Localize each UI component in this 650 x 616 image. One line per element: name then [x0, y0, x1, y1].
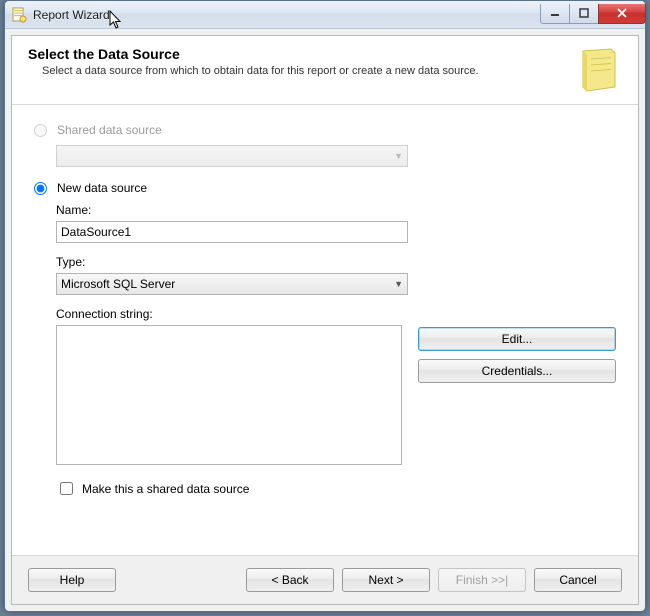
chevron-down-icon: ▼: [394, 151, 403, 161]
connection-string-input[interactable]: [56, 325, 402, 465]
name-input[interactable]: [56, 221, 408, 243]
help-button[interactable]: Help: [28, 568, 116, 592]
window-controls: [541, 4, 646, 24]
type-value: Microsoft SQL Server: [61, 277, 175, 291]
close-button[interactable]: [598, 4, 646, 24]
titlebar[interactable]: Report Wizard: [5, 1, 645, 29]
content: Shared data source ▼ New data source Nam…: [12, 105, 638, 555]
shared-checkbox-label: Make this a shared data source: [82, 482, 249, 496]
finish-button: Finish >>|: [438, 568, 526, 592]
chevron-down-icon: ▼: [394, 279, 403, 289]
new-source-radio[interactable]: [34, 182, 47, 195]
connection-label: Connection string:: [56, 307, 616, 321]
minimize-button[interactable]: [540, 4, 570, 24]
footer: Help < Back Next > Finish >>| Cancel: [12, 555, 638, 604]
app-icon: [11, 7, 27, 23]
wizard-window: Report Wizard Select the Data Source Sel…: [4, 0, 646, 612]
credentials-button[interactable]: Credentials...: [418, 359, 616, 383]
back-button[interactable]: < Back: [246, 568, 334, 592]
maximize-button[interactable]: [569, 4, 599, 24]
next-button[interactable]: Next >: [342, 568, 430, 592]
edit-button[interactable]: Edit...: [418, 327, 616, 351]
header-icon: [574, 46, 622, 94]
shared-checkbox-row[interactable]: Make this a shared data source: [56, 479, 616, 498]
page-title: Select the Data Source: [28, 46, 562, 62]
shared-source-select: ▼: [56, 145, 408, 167]
name-label: Name:: [56, 203, 616, 217]
cancel-button[interactable]: Cancel: [534, 568, 622, 592]
new-source-option[interactable]: New data source: [34, 181, 616, 195]
shared-source-label: Shared data source: [57, 123, 162, 137]
type-label: Type:: [56, 255, 616, 269]
page-subtitle: Select a data source from which to obtai…: [42, 65, 562, 77]
header: Select the Data Source Select a data sou…: [12, 36, 638, 105]
window-title: Report Wizard: [33, 8, 541, 22]
wizard-body: Select the Data Source Select a data sou…: [11, 35, 639, 605]
shared-checkbox[interactable]: [60, 482, 73, 495]
new-source-label: New data source: [57, 181, 147, 195]
shared-source-radio: [34, 124, 47, 137]
type-select[interactable]: Microsoft SQL Server ▼: [56, 273, 408, 295]
shared-source-option: Shared data source: [34, 123, 616, 137]
